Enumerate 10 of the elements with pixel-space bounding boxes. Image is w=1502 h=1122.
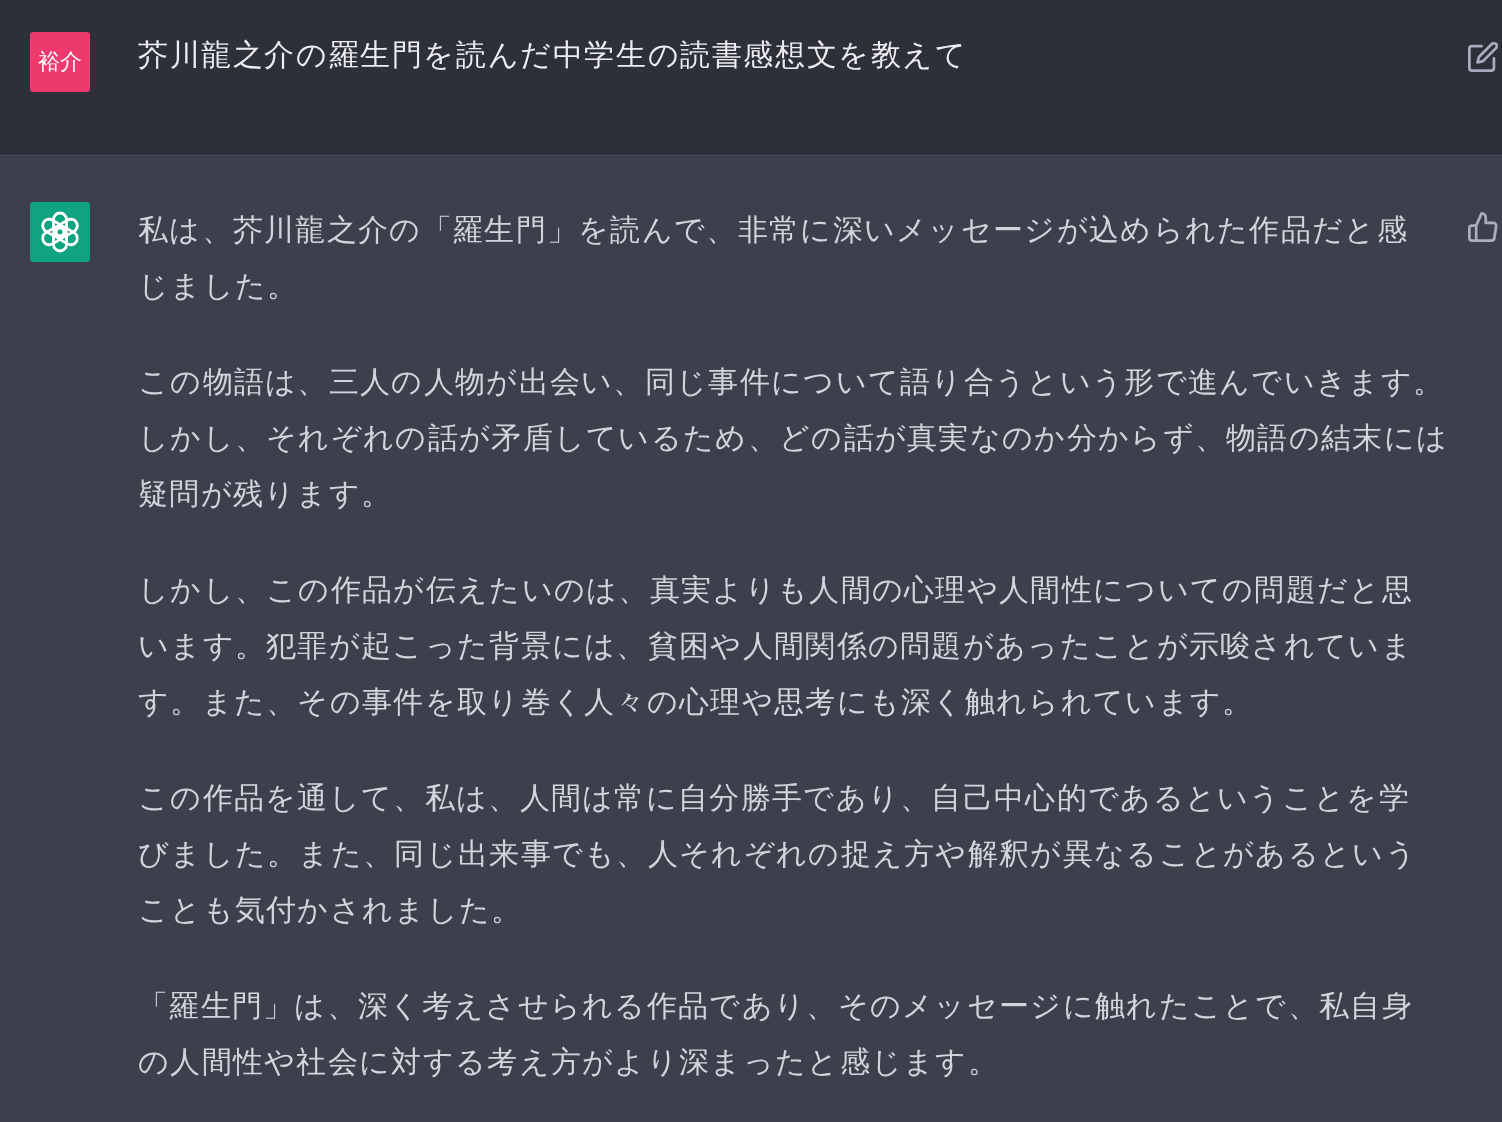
response-paragraph: しかし、この作品が伝えたいのは、真実よりも人間の心理や人間性についての問題だと思 います。犯罪が起こった背景には、貧困や人間関係の問題があったことが示唆されていま す。また、その事件を取り巻く人々の心理や思考にも深く触れられています。 [138,571,1414,721]
flower-logo-icon [30,202,90,262]
prompt-text: 芥川龍之介の羅生門を読んだ中学生の読書感想文を教えて [138,36,969,74]
response-paragraph: 「羅生門」は、深く考えさせられる作品であり、そのメッセージに触れたことで、私自身 の人間性や社会に対する考え方がより深まったと感じます。 [138,987,1414,1081]
response-paragraph: この物語は、三人の人物が出会い、同じ事件について語り合うという形で進んでいきます。 しかし、それぞれの話が矛盾しているため、どの話が真実なのか分からず、物語の結末には 疑問が残ります。 [138,363,1450,513]
response-paragraph: この作品を通して、私は、人間は常に自分勝手であり、自己中心的であるということを学 びました。また、同じ出来事でも、人それぞれの捉え方や解釈が異なることがあるという ことも気付かされました。 [138,779,1418,929]
response-paragraph: 私は、芥川龍之介の「羅生門」を読んで、非常に深いメッセージが込められた作品だと感 じました。 [138,211,1409,305]
user-avatar: 裕介 [30,32,90,92]
thumbs-up-icon[interactable] [1468,212,1498,242]
edit-icon[interactable] [1468,42,1498,72]
